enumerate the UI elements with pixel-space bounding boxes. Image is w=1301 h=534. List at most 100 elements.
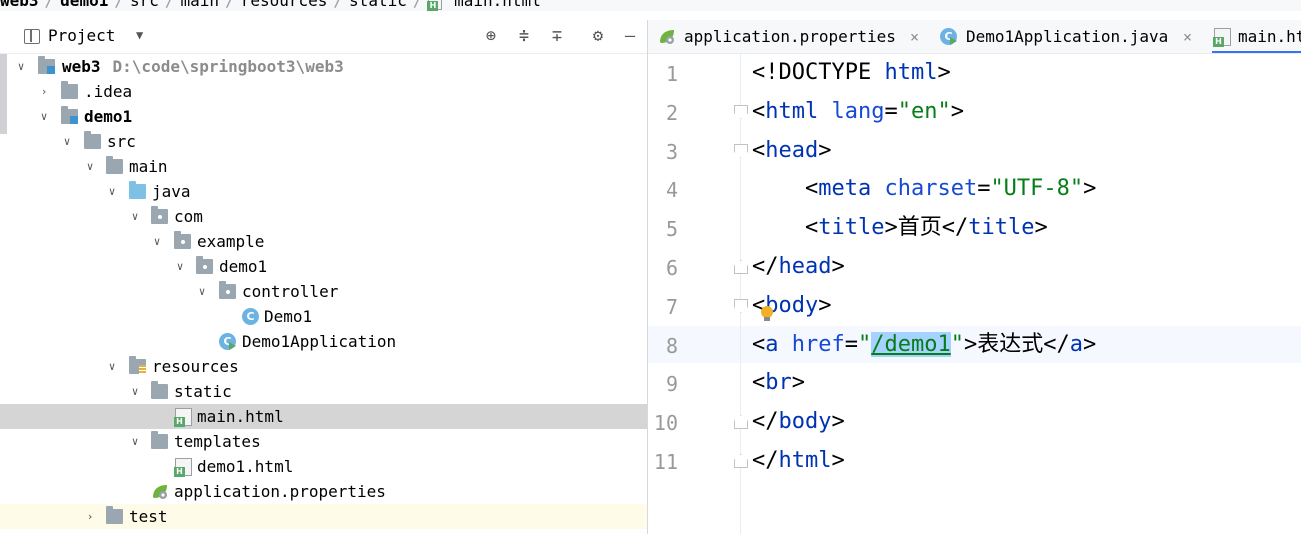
code-text: = <box>844 331 858 357</box>
fold-marker-end-icon[interactable] <box>734 260 748 274</box>
breadcrumb-item-web3[interactable]: web3 <box>0 0 39 10</box>
fold-marker-end-icon[interactable] <box>734 454 748 468</box>
code-line[interactable]: <br> <box>752 364 805 402</box>
folder-icon <box>151 431 168 449</box>
chevron-down-icon[interactable]: ∨ <box>37 104 51 129</box>
code-text: > <box>1082 331 1097 357</box>
chevron-down-icon[interactable]: ∨ <box>195 279 209 304</box>
code-text: </ <box>752 254 779 279</box>
line-number: 3 <box>665 139 678 164</box>
line-number-gutter[interactable]: 1 2 3 4 5 6 7 8 9 10 11 <box>648 54 748 534</box>
close-icon[interactable]: × <box>910 20 919 53</box>
tree-item-static[interactable]: ∨ static <box>0 379 647 404</box>
fold-marker-expand-icon[interactable] <box>734 143 748 158</box>
attribute-value: " <box>950 331 964 357</box>
tab-label: Demo1Application.java <box>966 27 1169 46</box>
tree-item-demo1-module[interactable]: ∨ demo1 <box>0 104 647 129</box>
breadcrumb-item-static[interactable]: static <box>349 0 407 10</box>
folder-icon <box>106 156 123 174</box>
tab-application-properties[interactable]: application.properties × <box>658 20 928 53</box>
tag-name: html <box>765 98 819 124</box>
chevron-down-icon[interactable]: ∨ <box>83 154 97 179</box>
project-view-selector[interactable]: Project <box>48 26 115 45</box>
breadcrumb-item-main[interactable]: main <box>181 0 220 10</box>
chevron-right-icon[interactable]: › <box>83 504 97 529</box>
tree-item-demo1-package[interactable]: ∨ demo1 <box>0 254 647 279</box>
breadcrumb-item-resources[interactable]: resources <box>241 0 328 10</box>
tree-item-main[interactable]: ∨ main <box>0 154 647 179</box>
code-line[interactable]: </html> <box>752 442 845 480</box>
tree-item-label: Demo1 <box>264 307 313 326</box>
code-line[interactable]: <meta charset="UTF-8"> <box>752 170 1096 208</box>
chevron-down-icon[interactable]: ∨ <box>150 229 164 254</box>
chevron-down-icon[interactable]: ∨ <box>173 254 187 279</box>
tree-item-src[interactable]: ∨ src <box>0 129 647 154</box>
attribute-name: charset <box>884 176 978 202</box>
tag-name: body <box>778 409 832 435</box>
chevron-down-icon[interactable]: ∨ <box>60 129 74 154</box>
tree-item-java[interactable]: ∨ java <box>0 179 647 204</box>
line-number: 9 <box>665 372 678 397</box>
tree-item-com[interactable]: ∨ com <box>0 204 647 229</box>
chevron-down-icon[interactable]: ∨ <box>128 429 142 454</box>
tree-item-example[interactable]: ∨ example <box>0 229 647 254</box>
tree-item-idea[interactable]: › .idea <box>0 79 647 104</box>
tag-name: a <box>765 331 779 357</box>
breadcrumb-item-src[interactable]: src <box>130 0 159 10</box>
chevron-down-icon[interactable]: ∨ <box>14 54 28 79</box>
code-line[interactable]: <!DOCTYPE html> <box>752 54 951 92</box>
fold-marker-expand-icon[interactable] <box>734 298 748 313</box>
hide-panel-icon[interactable]: — <box>619 25 641 47</box>
code-line[interactable]: <a href="/demo1">表达式</a> <box>752 326 1096 364</box>
editor-area: application.properties × C Demo1Applicat… <box>648 20 1301 534</box>
tree-item-demo1application[interactable]: C Demo1Application <box>0 329 647 354</box>
code-text: > <box>791 370 805 396</box>
tab-main-html[interactable]: H main.html <box>1212 20 1301 53</box>
attribute-value: "UTF-8" <box>990 176 1084 202</box>
tree-item-templates[interactable]: ∨ templates <box>0 429 647 454</box>
html-file-icon: H <box>174 408 192 427</box>
spring-properties-icon <box>660 30 674 44</box>
tree-item-main-html[interactable]: H main.html <box>0 404 647 429</box>
gear-icon[interactable]: ⚙ <box>587 25 609 47</box>
locate-file-icon[interactable]: ⊕ <box>480 25 502 47</box>
tree-item-resources[interactable]: ∨ resources <box>0 354 647 379</box>
collapse-all-icon[interactable]: ∓ <box>546 25 568 47</box>
chevron-right-icon[interactable]: › <box>37 79 51 104</box>
code-text: > <box>831 448 845 473</box>
tab-demo1application-java[interactable]: C Demo1Application.java × <box>940 20 1198 53</box>
tree-item-test[interactable]: › test <box>0 504 647 529</box>
code-text: </ <box>752 448 779 473</box>
breadcrumb-item-demo1[interactable]: demo1 <box>60 0 108 10</box>
close-icon[interactable]: × <box>1183 20 1192 53</box>
tree-item-controller[interactable]: ∨ controller <box>0 279 647 304</box>
code-line[interactable]: <html lang="en"> <box>752 93 964 131</box>
fold-marker-expand-icon[interactable] <box>734 104 748 119</box>
breadcrumb-separator: / <box>114 0 124 10</box>
chevron-down-icon[interactable]: ∨ <box>105 179 119 204</box>
expand-all-icon[interactable]: ≑ <box>513 25 535 47</box>
tree-item-demo1-class[interactable]: C Demo1 <box>0 304 647 329</box>
tree-item-application-properties[interactable]: application.properties <box>0 479 647 504</box>
chevron-down-icon[interactable]: ∨ <box>128 379 142 404</box>
code-line[interactable]: <title>首页</title> <box>752 209 1048 247</box>
tree-item-demo1-html[interactable]: H demo1.html <box>0 454 647 479</box>
chevron-down-icon[interactable]: ∨ <box>105 354 119 379</box>
chevron-down-icon[interactable]: ▼ <box>136 28 143 42</box>
tree-item-label: test <box>129 507 168 526</box>
tree-item-web3[interactable]: ∨ web3 D:\code\springboot3\web3 <box>0 54 647 79</box>
fold-marker-end-icon[interactable] <box>734 415 748 430</box>
tag-name: html <box>884 60 938 85</box>
code-line[interactable]: </body> <box>752 403 845 441</box>
package-icon <box>196 256 213 274</box>
breadcrumb-item-main-html[interactable]: main.html <box>454 0 541 10</box>
code-text: <!DOCTYPE <box>752 60 885 85</box>
tab-label: main.html <box>1238 27 1301 46</box>
chevron-down-icon[interactable]: ∨ <box>128 204 142 229</box>
code-line[interactable]: <head> <box>752 132 831 170</box>
lightbulb-icon[interactable] <box>761 306 773 322</box>
html-file-icon: H <box>174 458 192 477</box>
package-icon <box>219 281 236 299</box>
code-line[interactable]: </head> <box>752 248 845 286</box>
tree-item-label: demo1 <box>84 107 133 126</box>
